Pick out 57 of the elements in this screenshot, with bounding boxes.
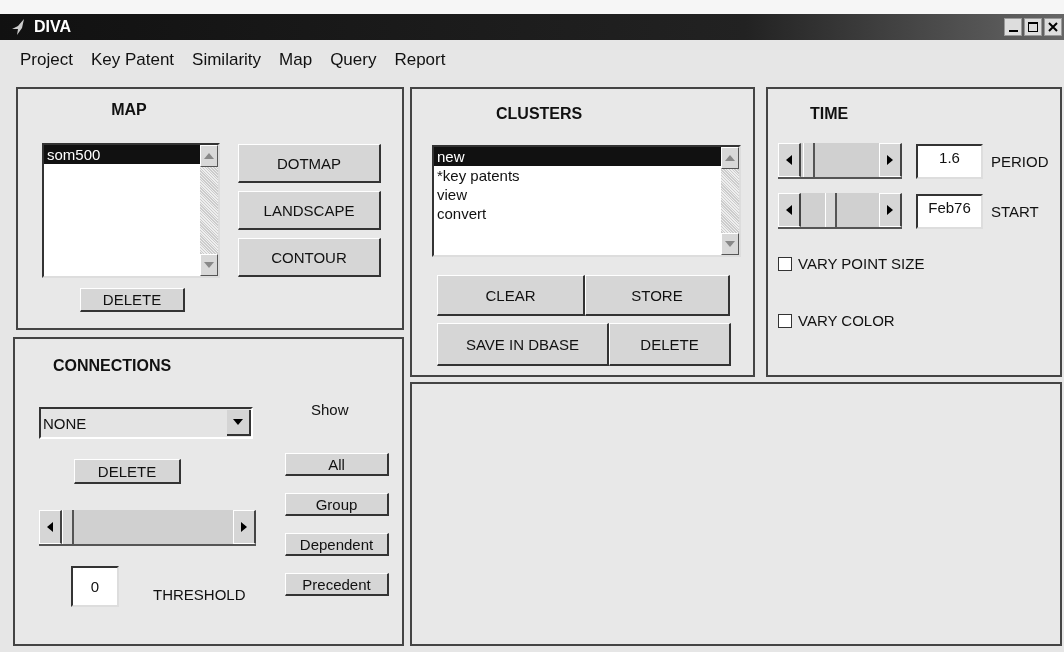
window-title: DIVA <box>34 18 72 36</box>
list-item[interactable]: new <box>434 147 721 166</box>
slider-thumb[interactable] <box>802 143 815 177</box>
menu-item[interactable]: Project <box>20 50 73 70</box>
delete-button[interactable]: DELETE <box>80 288 185 312</box>
list-item[interactable]: *key patents <box>434 166 721 185</box>
map-button[interactable]: CONTOUR <box>238 238 381 277</box>
maximize-button[interactable] <box>1024 18 1042 36</box>
panel-title: MAP <box>110 100 148 120</box>
slider[interactable] <box>778 193 902 229</box>
close-button[interactable] <box>1044 18 1062 36</box>
map-button[interactable]: LANDSCAPE <box>238 191 381 230</box>
value-field[interactable]: Feb76 <box>916 193 983 229</box>
minimize-icon <box>1008 30 1018 32</box>
panel-title: TIME <box>810 104 849 124</box>
cluster-button[interactable]: SAVE IN DBASE <box>437 323 609 366</box>
list-item[interactable]: convert <box>434 204 721 223</box>
slider-thumb[interactable] <box>62 510 74 544</box>
show-label: Show <box>311 401 350 418</box>
slider-label: START <box>991 202 1039 220</box>
menu-item[interactable]: Key Patent <box>90 50 175 70</box>
panel-title: CLUSTERS <box>496 104 583 124</box>
close-icon <box>1047 21 1059 33</box>
cluster-button[interactable]: STORE <box>585 275 730 316</box>
menu-item[interactable]: Query <box>330 50 377 70</box>
clusters-list[interactable]: new *key patents view convert <box>432 145 741 257</box>
panel-title: CONNECTIONS <box>53 356 173 376</box>
show-button[interactable]: Group <box>285 493 389 516</box>
scrollbar[interactable] <box>721 147 739 255</box>
slider[interactable] <box>778 143 902 179</box>
threshold-field[interactable]: 0 <box>71 566 119 607</box>
cluster-button[interactable]: CLEAR <box>437 275 585 316</box>
threshold-label: THRESHOLD <box>153 586 246 605</box>
checkbox-label: VARY POINT SIZE <box>798 255 925 272</box>
menu-item[interactable]: Report <box>394 50 446 70</box>
cluster-button[interactable]: DELETE <box>609 323 731 366</box>
show-button[interactable]: All <box>285 453 389 476</box>
scrollbar[interactable] <box>200 145 218 276</box>
checkbox[interactable] <box>778 256 792 271</box>
menu-item[interactable]: Similarity <box>192 50 262 70</box>
minimize-button[interactable] <box>1004 18 1022 36</box>
list-item[interactable]: view <box>434 185 721 204</box>
map-list[interactable]: som500 <box>42 143 220 278</box>
slider-label: PERIOD <box>991 152 1049 170</box>
show-button[interactable]: Dependent <box>285 533 389 556</box>
slider[interactable] <box>39 510 256 546</box>
show-button[interactable]: Precedent <box>285 573 389 596</box>
dropdown[interactable]: NONE <box>39 407 253 439</box>
slider-thumb[interactable] <box>825 193 838 227</box>
checkbox[interactable] <box>778 313 792 328</box>
list-item[interactable]: som500 <box>44 145 200 164</box>
maximize-icon <box>1027 21 1039 33</box>
checkbox-label: VARY COLOR <box>798 312 895 329</box>
map-button[interactable]: DOTMAP <box>238 144 381 183</box>
delete-button[interactable]: DELETE <box>74 459 181 484</box>
menu-item[interactable]: Map <box>279 50 313 70</box>
value-field[interactable]: 1.6 <box>916 143 983 179</box>
